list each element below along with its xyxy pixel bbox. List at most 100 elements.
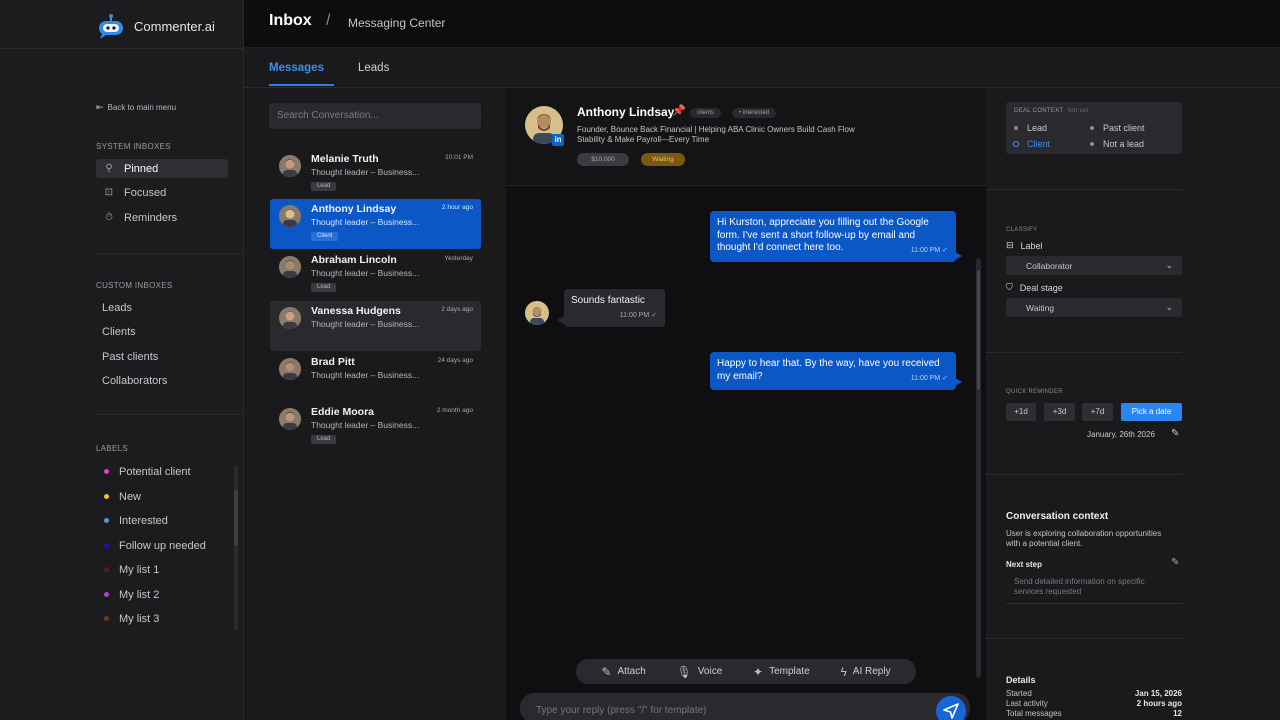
- status-badge[interactable]: Waiting: [641, 153, 685, 166]
- sidebar-label-new[interactable]: New: [96, 487, 141, 506]
- tab-messages[interactable]: Messages: [269, 62, 324, 74]
- edit-icon[interactable]: ✎: [1171, 428, 1179, 439]
- pin-icon[interactable]: 📌: [672, 104, 686, 117]
- deal-option-client[interactable]: Client: [1013, 139, 1050, 149]
- message-text: Happy to hear that. By the way, have you…: [717, 358, 940, 382]
- deal-stage-select[interactable]: Waiting ⌄: [1006, 298, 1182, 317]
- message-thread: [506, 186, 986, 720]
- sidebar-label-text: My list 1: [119, 563, 160, 576]
- paperclip-icon: ✎: [601, 664, 612, 679]
- handshake-icon: ⛉: [1006, 282, 1013, 292]
- chip-interested[interactable]: • interested: [732, 108, 777, 118]
- next-step-input[interactable]: Send detailed information on specific se…: [1006, 574, 1182, 604]
- linkedin-icon[interactable]: in: [552, 134, 564, 146]
- conversation-item[interactable]: Abraham Lincoln Yesterday Thought leader –…: [270, 250, 481, 300]
- robot-logo-icon: [96, 13, 126, 39]
- send-button[interactable]: [936, 696, 966, 720]
- sidebar-item-past-clients[interactable]: Past clients: [96, 347, 228, 366]
- back-to-main-menu-link[interactable]: ⇤ Back to main menu: [96, 102, 176, 113]
- sidebar-scrollbar-thumb[interactable]: [234, 490, 238, 546]
- conversation-item[interactable]: Melanie Truth 10:01 PM Thought leader – Bu…: [270, 149, 481, 199]
- app-logo[interactable]: Commenter.ai: [96, 10, 236, 42]
- message-time: 11:00 PM ✓: [910, 246, 948, 254]
- divider: [986, 638, 1182, 639]
- active-tab-indicator: [269, 84, 334, 86]
- classify-title: CLASSIFY: [1006, 227, 1038, 233]
- sidebar-item-label: Leads: [102, 301, 132, 314]
- radio-icon: [1090, 142, 1094, 146]
- bubble-tail: [557, 316, 564, 324]
- sidebar-item-leads[interactable]: Leads: [96, 298, 228, 317]
- label-select[interactable]: Collaborator ⌄: [1006, 256, 1182, 275]
- conversation-item[interactable]: Anthony Lindsay 2 hour ago Thought leader …: [270, 199, 481, 249]
- bookmark-icon: ⊟: [1006, 240, 1014, 250]
- chip-clients[interactable]: clients: [690, 108, 722, 118]
- divider: [986, 474, 1182, 475]
- breadcrumb-inbox[interactable]: Inbox: [269, 12, 312, 30]
- conversation-time: Yesterday: [444, 255, 473, 262]
- reminder-3d-button[interactable]: +3d: [1044, 403, 1075, 421]
- conversation-tag: Lead: [311, 283, 337, 292]
- reminder-1d-button[interactable]: +1d: [1006, 403, 1036, 421]
- ai-reply-button[interactable]: ϟ AI Reply: [840, 665, 890, 679]
- reply-input[interactable]: Type your reply (press "/" for template): [520, 693, 970, 720]
- conversation-name: Vanessa Hudgens: [311, 305, 401, 317]
- conversation-tag: Client: [311, 232, 339, 241]
- sidebar-label-my-list-1[interactable]: My list 1: [96, 560, 159, 579]
- attach-button[interactable]: ✎ Attach: [601, 665, 645, 679]
- conversation-preview: Thought leader – Business...: [311, 319, 420, 329]
- deal-option-not-a-lead[interactable]: Not a lead: [1090, 139, 1144, 149]
- sparkle-icon: ✦: [753, 664, 764, 679]
- breadcrumb-messaging-center: Messaging Center: [348, 16, 446, 30]
- sidebar-label-interested[interactable]: Interested: [96, 511, 168, 530]
- conversation-item[interactable]: Eddie Moora 2 month ago Thought leader – B…: [270, 402, 481, 452]
- sidebar-label-my-list-2[interactable]: My list 2: [96, 585, 159, 604]
- pin-icon: ⚲: [105, 163, 113, 174]
- sidebar-item-reminders[interactable]: ⏱ Reminders: [96, 208, 228, 227]
- template-button[interactable]: ✦ Template: [753, 665, 810, 679]
- conversation-tag: Lead: [311, 182, 337, 191]
- voice-button[interactable]: 🎙 Voice: [677, 665, 723, 679]
- detail-row-started: Started Jan 15, 2026: [1006, 689, 1182, 698]
- divider: [0, 48, 244, 49]
- sidebar-label-text: My list 3: [119, 612, 160, 625]
- tabs-bar: [244, 48, 1280, 88]
- sidebar-item-clients[interactable]: Clients: [96, 322, 228, 341]
- pencil-icon[interactable]: ✎: [1171, 557, 1179, 568]
- message-text: Sounds fantastic: [571, 295, 645, 306]
- sidebar-item-label: Pinned: [124, 162, 159, 175]
- tab-leads[interactable]: Leads: [358, 62, 389, 74]
- deal-option-lead[interactable]: Lead: [1014, 123, 1047, 133]
- search-input[interactable]: Search Conversation...: [269, 103, 481, 129]
- deal-context-title: DEAL CONTEXT Not set: [1014, 108, 1089, 114]
- sidebar-item-focused[interactable]: ⊡ Focused: [96, 183, 228, 202]
- reminder-7d-button[interactable]: +7d: [1082, 403, 1113, 421]
- sidebar-label-my-list-3[interactable]: My list 3: [96, 609, 159, 628]
- deal-amount-badge[interactable]: $10,000: [577, 153, 629, 166]
- send-icon: [943, 703, 959, 719]
- breadcrumb-separator: /: [326, 12, 331, 29]
- sidebar-label-potential-client[interactable]: Potential client: [96, 462, 191, 481]
- field-label: Deal stage: [1019, 282, 1063, 293]
- sidebar-item-collaborators[interactable]: Collaborators: [96, 371, 228, 390]
- sidebar-item-pinned[interactable]: ⚲ Pinned: [96, 159, 228, 178]
- sidebar-label-text: Potential client: [119, 465, 191, 478]
- avatar: [279, 307, 301, 329]
- conversation-time: 10:01 PM: [445, 154, 473, 161]
- message-text: Hi Kurston, appreciate you filling out t…: [717, 217, 929, 253]
- pick-a-date-button[interactable]: Pick a date: [1121, 403, 1182, 421]
- sidebar-label-follow-up-needed[interactable]: Follow up needed: [96, 536, 206, 555]
- microphone-icon: 🎙: [676, 664, 692, 679]
- deal-option-past-client[interactable]: Past client: [1090, 123, 1145, 133]
- label-color-dot-icon: [104, 494, 109, 499]
- conversation-item[interactable]: Vanessa Hudgens 2 days ago Thought leader …: [270, 301, 481, 351]
- label-color-dot-icon: [104, 567, 109, 572]
- detail-value: 2 hours ago: [1136, 699, 1182, 708]
- conversation-item[interactable]: Brad Pitt 24 days ago Thought leader – Bus…: [270, 352, 481, 402]
- sidebar-label-text: My list 2: [119, 588, 160, 601]
- field-label: Label: [1020, 240, 1043, 251]
- reminder-date: January, 26th 2026: [1087, 430, 1155, 439]
- chat-scrollbar-thumb[interactable]: [977, 270, 980, 390]
- sidebar-label-text: Interested: [119, 514, 168, 527]
- message-time: 11:00 PM ✓: [910, 374, 948, 382]
